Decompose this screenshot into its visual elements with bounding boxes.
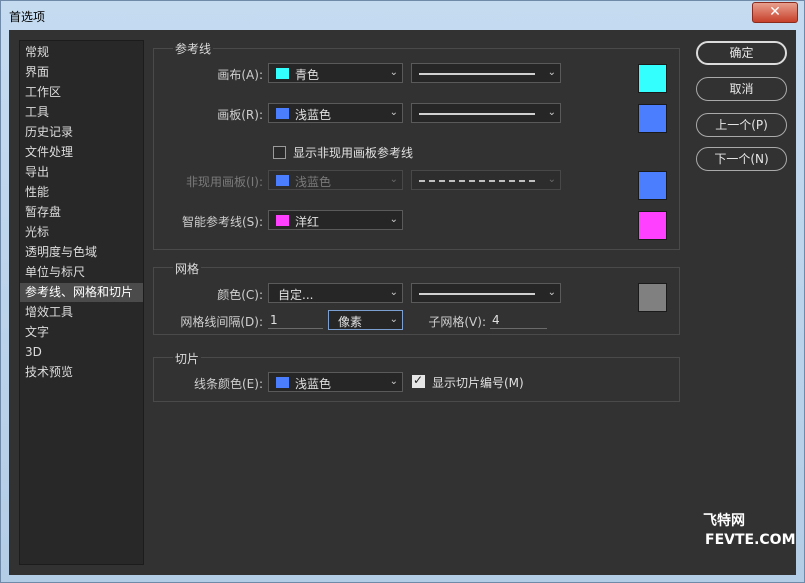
canvas-label: 画布(A): bbox=[217, 68, 263, 82]
smart-color-preview[interactable] bbox=[638, 211, 667, 240]
sidebar-item[interactable]: 历史记录 bbox=[20, 123, 143, 142]
cancel-button[interactable]: 取消 bbox=[696, 77, 787, 101]
dialog-body: 常规 界面 工作区 工具 历史记录 文件处理 导出 性能 暂存盘 光标 透明度与色域 单位与标尺 参考线… bbox=[9, 30, 796, 575]
artboard-color-preview[interactable] bbox=[638, 104, 667, 133]
subdivisions-input[interactable]: 4 bbox=[490, 311, 547, 329]
chevron-down-icon: ⌄ bbox=[389, 376, 398, 387]
checkmark-icon: ✓ bbox=[413, 373, 424, 387]
sidebar-item[interactable]: 透明度与色域 bbox=[20, 243, 143, 262]
grid-title: 网格 bbox=[173, 260, 202, 277]
solid-line-preview bbox=[419, 113, 535, 115]
canvas-color-dropdown[interactable]: 青色 ⌄ bbox=[268, 63, 403, 83]
close-icon: ✕ bbox=[769, 4, 781, 20]
chevron-down-icon: ⌄ bbox=[389, 67, 398, 78]
category-list: 常规 界面 工作区 工具 历史记录 文件处理 导出 性能 暂存盘 光标 透明度与色域 单位与标尺 参考线… bbox=[19, 40, 144, 565]
sidebar-item[interactable]: 3D bbox=[20, 343, 143, 362]
dashed-line-preview bbox=[419, 180, 535, 182]
previous-button[interactable]: 上一个(P) bbox=[696, 113, 787, 137]
chevron-down-icon: ⌄ bbox=[389, 314, 398, 325]
sidebar-item[interactable]: 技术预览 bbox=[20, 363, 143, 382]
canvas-color-swatch bbox=[276, 68, 289, 79]
artboard-color-dropdown[interactable]: 浅蓝色 ⌄ bbox=[268, 103, 403, 123]
grid-unit-dropdown[interactable]: 像素 ⌄ bbox=[328, 310, 403, 330]
slice-line-color-label: 线条颜色(E): bbox=[194, 377, 263, 391]
artboard-color-swatch bbox=[276, 108, 289, 119]
inactive-color-preview[interactable] bbox=[638, 171, 667, 200]
next-button[interactable]: 下一个(N) bbox=[696, 147, 787, 171]
sidebar-item[interactable]: 工作区 bbox=[20, 83, 143, 102]
gridline-every-input[interactable]: 1 bbox=[268, 311, 323, 329]
guides-title: 参考线 bbox=[173, 40, 214, 57]
sidebar-item[interactable]: 导出 bbox=[20, 163, 143, 182]
subdivisions-label: 子网格(V): bbox=[428, 315, 486, 329]
chevron-down-icon: ⌄ bbox=[389, 174, 398, 185]
chevron-down-icon: ⌄ bbox=[389, 107, 398, 118]
sidebar-item[interactable]: 增效工具 bbox=[20, 303, 143, 322]
show-slice-numbers-label: 显示切片编号(M) bbox=[432, 376, 524, 390]
sidebar-item[interactable]: 单位与标尺 bbox=[20, 263, 143, 282]
slice-color-swatch bbox=[276, 377, 289, 388]
grid-color-preview[interactable] bbox=[638, 283, 667, 312]
ok-button[interactable]: 确定 bbox=[696, 41, 787, 65]
sidebar-item[interactable]: 文件处理 bbox=[20, 143, 143, 162]
chevron-down-icon: ⌄ bbox=[547, 67, 556, 78]
watermark-line-1: 飞特网 bbox=[703, 513, 745, 529]
grid-color-label: 颜色(C): bbox=[217, 288, 263, 302]
show-inactive-checkbox[interactable] bbox=[273, 146, 286, 159]
inactive-color-value: 浅蓝色 bbox=[295, 175, 332, 189]
solid-line-preview bbox=[419, 73, 535, 75]
title-bar: 首选项 ✕ bbox=[1, 1, 804, 29]
slice-color-value: 浅蓝色 bbox=[295, 377, 332, 391]
inactive-artboard-label: 非现用画板(I): bbox=[186, 175, 263, 189]
smart-color-dropdown[interactable]: 洋红 ⌄ bbox=[268, 210, 403, 230]
artboard-label: 画板(R): bbox=[217, 108, 263, 122]
watermark-line-2: FEVTE.COM bbox=[705, 532, 796, 548]
sidebar-item[interactable]: 文字 bbox=[20, 323, 143, 342]
sidebar-item[interactable]: 暂存盘 bbox=[20, 203, 143, 222]
canvas-color-value: 青色 bbox=[295, 68, 320, 82]
slices-title: 切片 bbox=[173, 350, 202, 367]
chevron-down-icon: ⌄ bbox=[389, 287, 398, 298]
show-slice-numbers-checkbox[interactable]: ✓ bbox=[412, 373, 425, 388]
chevron-down-icon: ⌄ bbox=[547, 287, 556, 298]
inactive-color-swatch bbox=[276, 175, 289, 186]
smart-color-swatch bbox=[276, 215, 289, 226]
slice-color-dropdown[interactable]: 浅蓝色 ⌄ bbox=[268, 372, 403, 392]
artboard-style-dropdown[interactable]: ⌄ bbox=[411, 103, 561, 123]
window-title: 首选项 bbox=[9, 10, 46, 24]
canvas-color-preview[interactable] bbox=[638, 64, 667, 93]
artboard-color-value: 浅蓝色 bbox=[295, 108, 332, 122]
canvas-style-dropdown[interactable]: ⌄ bbox=[411, 63, 561, 83]
grid-color-dropdown[interactable]: 自定... ⌄ bbox=[268, 283, 403, 303]
solid-line-preview bbox=[419, 293, 535, 295]
gridline-every-label: 网格线间隔(D): bbox=[180, 315, 263, 329]
preferences-window: 首选项 ✕ 常规 界面 工作区 工具 历史记录 文件处理 导出 性能 暂存盘 光标 透明度与色域 单位… bbox=[0, 0, 805, 583]
grid-style-dropdown[interactable]: ⌄ bbox=[411, 283, 561, 303]
sidebar-item[interactable]: 参考线、网格和切片 bbox=[20, 283, 143, 302]
grid-unit-value: 像素 bbox=[338, 315, 363, 329]
show-inactive-label: 显示非现用画板参考线 bbox=[293, 146, 414, 160]
inactive-color-dropdown[interactable]: 浅蓝色 ⌄ bbox=[268, 170, 403, 190]
sidebar-item[interactable]: 光标 bbox=[20, 223, 143, 242]
smart-guides-label: 智能参考线(S): bbox=[181, 215, 263, 229]
sidebar-item[interactable]: 性能 bbox=[20, 183, 143, 202]
sidebar-item[interactable]: 工具 bbox=[20, 103, 143, 122]
chevron-down-icon: ⌄ bbox=[389, 214, 398, 225]
chevron-down-icon: ⌄ bbox=[547, 174, 556, 185]
grid-color-value: 自定... bbox=[278, 288, 314, 302]
close-button[interactable]: ✕ bbox=[752, 2, 798, 23]
inactive-style-dropdown[interactable]: ⌄ bbox=[411, 170, 561, 190]
chevron-down-icon: ⌄ bbox=[547, 107, 556, 118]
smart-color-value: 洋红 bbox=[295, 215, 320, 229]
sidebar-item[interactable]: 界面 bbox=[20, 63, 143, 82]
sidebar-item[interactable]: 常规 bbox=[20, 43, 143, 62]
